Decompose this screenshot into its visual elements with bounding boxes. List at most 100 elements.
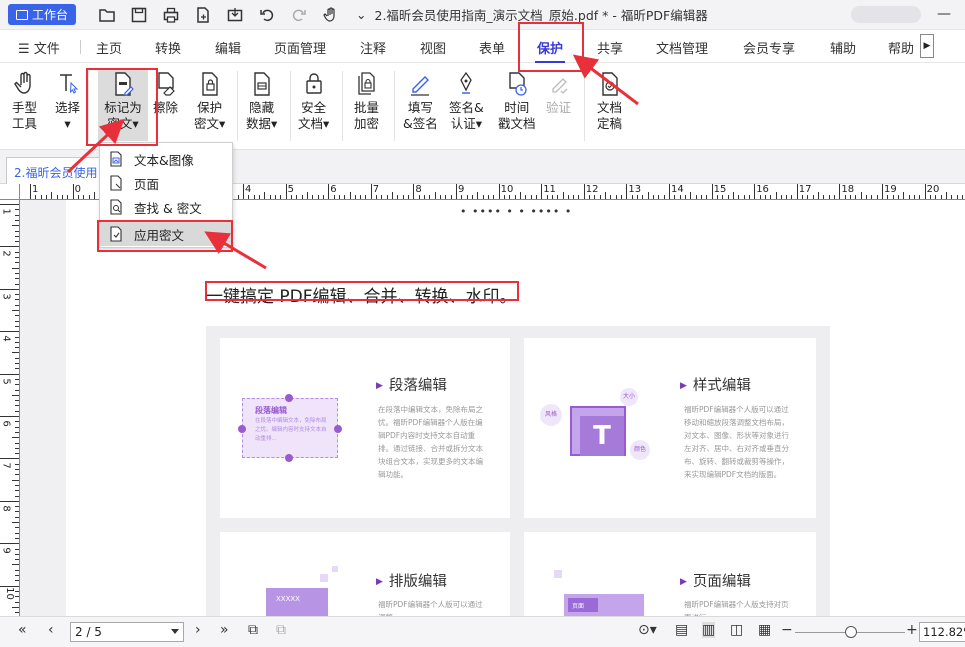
- ruler-tick: [12, 310, 19, 311]
- menu-edit[interactable]: 编辑: [215, 38, 241, 57]
- batch-encrypt-button[interactable]: 批量 加密: [354, 71, 379, 132]
- verify-button[interactable]: 验证: [546, 71, 571, 116]
- card-text: 在段落中编辑文本，免除布局之忧。福昕PDF编辑器个人版在编辑PDF内容时支持文本…: [378, 405, 483, 479]
- open-folder-icon[interactable]: [96, 4, 118, 26]
- ruler-label: 8: [0, 505, 12, 512]
- ruler-tick: [15, 384, 19, 386]
- ruler-tick: [15, 548, 19, 550]
- save-icon[interactable]: [128, 4, 150, 26]
- zoom-slider-handle[interactable]: [845, 626, 857, 638]
- ruler-tick: [15, 214, 19, 216]
- two-page-icon[interactable]: ◫: [730, 622, 743, 638]
- menu-convert[interactable]: 转换: [155, 38, 181, 57]
- select-button[interactable]: 选择 ▾: [55, 71, 80, 132]
- menu-doc-manage[interactable]: 文档管理: [656, 38, 708, 57]
- workbench-icon: [16, 9, 28, 20]
- ruler-label: 5: [0, 377, 12, 385]
- ruler-tick: [15, 447, 19, 449]
- ruler-label: 3: [0, 293, 12, 300]
- menu-member[interactable]: 会员专享: [743, 38, 795, 57]
- zoom-out-icon[interactable]: −: [781, 622, 793, 638]
- zoom-in-icon[interactable]: +: [906, 622, 918, 638]
- ruler-tick: [15, 453, 19, 455]
- ruler-tick: [653, 195, 655, 199]
- first-page-icon[interactable]: «: [18, 622, 27, 638]
- menu-protect[interactable]: 保护: [534, 38, 566, 63]
- rotate-page-icon[interactable]: ⧉: [248, 622, 258, 638]
- ruler-tick: [700, 195, 702, 199]
- erase-button[interactable]: 擦除: [153, 71, 178, 116]
- hide-data-button[interactable]: 隐藏 数据▾: [246, 71, 277, 132]
- chevron-down-icon[interactable]: ⌄: [356, 7, 366, 22]
- ruler-tick: [15, 251, 19, 253]
- ruler-label: 18: [841, 184, 855, 195]
- new-document-icon[interactable]: [192, 4, 214, 26]
- mark-redaction-button[interactable]: 标记为 密文▾: [98, 69, 148, 141]
- secure-document-button[interactable]: 安全 文档▾: [298, 71, 329, 132]
- view-mode-icon[interactable]: ⊙▾: [638, 622, 657, 638]
- last-page-icon[interactable]: »: [220, 622, 229, 638]
- ruler-tick: [269, 195, 271, 199]
- redo-icon[interactable]: [288, 4, 310, 26]
- ruler-tick: [15, 442, 19, 444]
- feature-card-style: T 风格 大小 颜色 ▶ 样式编辑 福昕PDF编辑器个人版可以通过移动和缩放段落调…: [524, 338, 816, 518]
- menu-comment[interactable]: 注释: [360, 38, 386, 57]
- document-canvas[interactable]: • •••• • • •••• • 一键搞定 PDF编辑、合并、转换、水印。 段…: [20, 200, 965, 616]
- menu-assist[interactable]: 辅助: [830, 38, 856, 57]
- ruler-tick: [15, 431, 19, 433]
- ruler-tick: [15, 490, 19, 492]
- document-tab[interactable]: 2.福昕会员使用: [6, 157, 102, 184]
- menu-scroll-right-icon[interactable]: ▶: [920, 34, 934, 58]
- fill-sign-button[interactable]: 填写 &签名: [403, 71, 438, 132]
- menu-item-find-redact[interactable]: 查找 & 密文: [100, 195, 232, 219]
- ruler-tick: [594, 195, 596, 199]
- sign-certify-button[interactable]: 签名& 认证▾: [449, 71, 484, 132]
- ruler-tick: [487, 195, 489, 199]
- extract-page-icon[interactable]: ⧉: [276, 622, 286, 638]
- hand-tool-menu-icon[interactable]: [320, 4, 342, 26]
- ruler-tick: [15, 230, 19, 232]
- prev-page-icon[interactable]: ‹: [48, 622, 54, 638]
- zoom-level-input[interactable]: 112.82%: [919, 622, 965, 642]
- ruler-tick: [0, 458, 19, 460]
- menu-file[interactable]: ☰ 文件: [18, 38, 60, 57]
- minimize-icon[interactable]: —: [937, 6, 951, 22]
- hand-tool-button[interactable]: 手型 工具: [12, 71, 37, 132]
- menu-help[interactable]: 帮助: [888, 38, 914, 57]
- continuous-page-icon[interactable]: ▥: [702, 622, 716, 638]
- ruler-tick: [695, 195, 697, 199]
- two-page-continuous-icon[interactable]: ▦: [758, 622, 771, 638]
- menu-item-apply-redaction[interactable]: 应用密文: [100, 222, 232, 246]
- print-icon[interactable]: [160, 4, 182, 26]
- menu-item-page[interactable]: 页面: [100, 171, 232, 195]
- timestamp-button[interactable]: 时间 戳文档: [498, 71, 536, 132]
- card-text: 福昕PDF编辑器个人版支持对页面进行: [684, 600, 789, 616]
- ruler-tick: [15, 469, 19, 470]
- next-page-icon[interactable]: ›: [195, 622, 201, 638]
- finalize-document-button[interactable]: 文档 定稿: [597, 71, 622, 132]
- ruler-label: 8: [415, 184, 422, 195]
- ruler-tick: [45, 195, 47, 199]
- menu-share[interactable]: 共享: [597, 38, 623, 57]
- undo-icon[interactable]: [256, 4, 278, 26]
- ruler-label: 19: [884, 184, 897, 195]
- protect-redaction-button[interactable]: 保护 密文▾: [194, 71, 225, 132]
- account-pill[interactable]: [851, 6, 921, 23]
- batch-encrypt-icon: [357, 72, 375, 95]
- menu-home[interactable]: 主页: [96, 38, 122, 57]
- menu-page-manage[interactable]: 页面管理: [274, 38, 326, 57]
- menu-view[interactable]: 视图: [420, 38, 446, 57]
- workbench-button[interactable]: 工作台: [8, 4, 77, 25]
- document-headline[interactable]: 一键搞定 PDF编辑、合并、转换、水印。: [206, 282, 517, 307]
- ruler-label: 4: [0, 335, 12, 342]
- import-icon[interactable]: [224, 4, 246, 26]
- menu-form[interactable]: 表单: [479, 38, 505, 57]
- single-page-icon[interactable]: ▤: [675, 622, 688, 638]
- page-dropdown-icon[interactable]: [171, 629, 179, 634]
- ruler-tick: [850, 195, 852, 199]
- ruler-tick: [333, 195, 335, 199]
- menu-item-text-image[interactable]: 文本&图像: [100, 147, 232, 171]
- ruler-label: 1: [0, 208, 12, 215]
- page-number-input[interactable]: 2 / 5: [70, 622, 184, 642]
- ruler-tick: [15, 580, 19, 582]
